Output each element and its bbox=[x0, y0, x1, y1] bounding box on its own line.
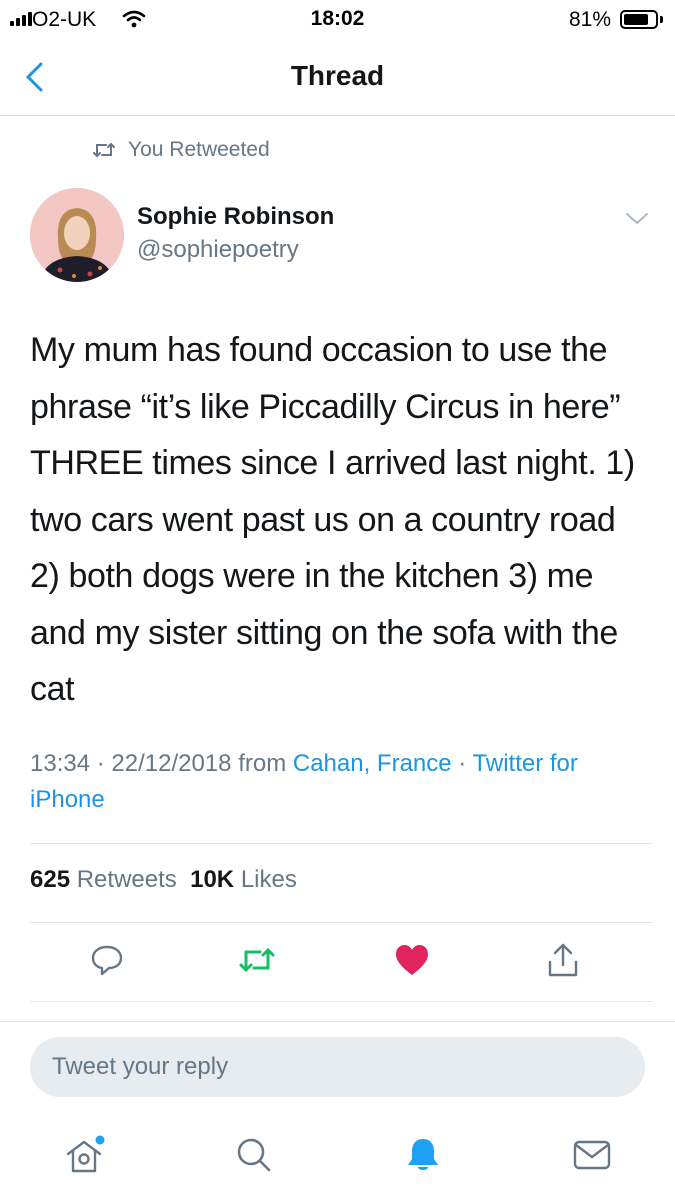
battery-icon bbox=[620, 10, 658, 29]
tab-bar bbox=[0, 1115, 675, 1200]
heart-icon bbox=[396, 945, 428, 975]
reply-separator bbox=[0, 1021, 675, 1022]
battery-tip bbox=[660, 16, 663, 23]
author-handle[interactable]: @sophiepoetry bbox=[137, 236, 299, 264]
like-button[interactable] bbox=[390, 938, 434, 982]
mail-icon bbox=[573, 1140, 611, 1170]
retweets-stat[interactable]: 625 Retweets bbox=[30, 866, 177, 893]
page-title: Thread bbox=[290, 60, 385, 91]
retweet-context: You Retweeted bbox=[92, 138, 270, 162]
tweet-timestamp: 13:34 · 22/12/2018 bbox=[30, 750, 232, 777]
likes-label: Likes bbox=[240, 866, 297, 893]
tweet-text: My mum has found occasion to use the phr… bbox=[30, 331, 635, 708]
tab-messages[interactable] bbox=[570, 1133, 614, 1177]
reply-button[interactable] bbox=[85, 938, 129, 982]
reply-input[interactable]: Tweet your reply bbox=[30, 1037, 645, 1097]
retweets-label: Retweets bbox=[76, 866, 177, 893]
share-button[interactable] bbox=[541, 938, 585, 982]
tab-home[interactable] bbox=[63, 1133, 107, 1177]
bell-icon bbox=[408, 1139, 438, 1170]
tab-notifications[interactable] bbox=[401, 1133, 445, 1177]
avatar-portrait bbox=[30, 188, 124, 282]
nav-bar: Thread bbox=[0, 40, 675, 116]
author-name[interactable]: Sophie Robinson bbox=[137, 203, 334, 231]
divider bbox=[30, 1001, 653, 1002]
tweet-stats: 625 Retweets 10K Likes bbox=[30, 866, 297, 894]
battery-percent: 81% bbox=[569, 8, 612, 31]
location-link[interactable]: Cahan, France bbox=[293, 750, 452, 777]
tweet-metadata: 13:34 · 22/12/2018 from Cahan, France · … bbox=[30, 746, 640, 818]
battery-level bbox=[624, 14, 649, 25]
tab-search[interactable] bbox=[232, 1133, 276, 1177]
avatar[interactable] bbox=[30, 188, 124, 282]
divider bbox=[30, 843, 653, 844]
retweet-small-icon bbox=[93, 143, 115, 157]
home-icon bbox=[66, 1135, 105, 1173]
retweet-icon bbox=[239, 948, 275, 972]
retweet-button[interactable] bbox=[235, 938, 279, 982]
share-icon bbox=[548, 943, 578, 977]
divider bbox=[30, 922, 653, 923]
meta-separator: · bbox=[458, 750, 467, 777]
status-bar: O2-UK 18:02 81% bbox=[0, 0, 675, 40]
retweet-context-label: You Retweeted bbox=[128, 138, 270, 161]
from-label: from bbox=[238, 750, 287, 777]
retweets-count: 625 bbox=[30, 866, 71, 893]
likes-stat[interactable]: 10K Likes bbox=[190, 866, 297, 893]
tweet-actions bbox=[0, 938, 675, 988]
reply-icon bbox=[91, 945, 123, 976]
likes-count: 10K bbox=[190, 866, 235, 893]
chevron-down-icon[interactable] bbox=[624, 210, 650, 228]
search-icon bbox=[237, 1138, 271, 1172]
